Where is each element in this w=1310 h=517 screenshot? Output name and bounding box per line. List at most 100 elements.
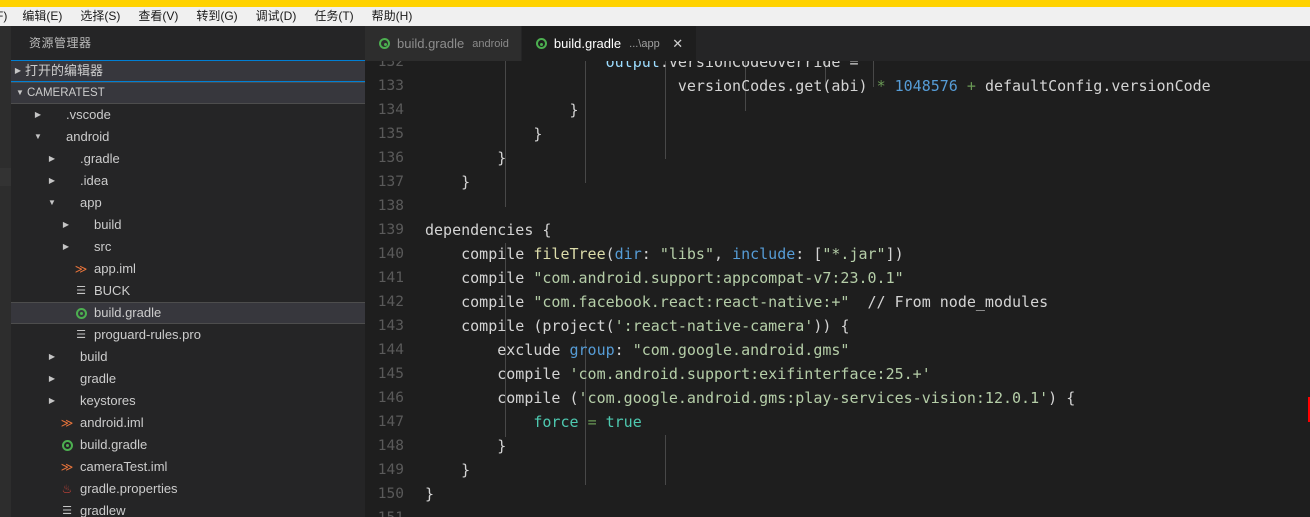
menu-item-edit[interactable]: 编辑(E) — [13, 7, 71, 26]
tree-item-keystores[interactable]: ▶ keystores — [11, 390, 365, 412]
menu-item-debug[interactable]: 调试(D) — [247, 7, 306, 26]
menu-item-tasks[interactable]: 任务(T) — [305, 7, 362, 26]
code-lines[interactable]: 132 output.versionCodeOverride = 133 ver… — [365, 61, 1211, 517]
line-number: 134 — [377, 102, 404, 118]
tree-item-app-iml[interactable]: ▶≫ app.iml — [11, 258, 365, 280]
open-editors-section[interactable]: ▶ 打开的编辑器 — [11, 60, 365, 82]
menu-item-view[interactable]: 查看(V) — [129, 7, 187, 26]
code-token: // From node_modules — [867, 293, 1049, 311]
code-token: { — [840, 317, 850, 335]
code-line[interactable]: 146 compile ('com.google.android.gms:pla… — [365, 386, 1211, 410]
tree-item-label: gradle.properties — [80, 481, 178, 496]
code-line[interactable]: 136 } — [365, 146, 1211, 170]
line-number: 143 — [377, 318, 404, 334]
code-token: ]) — [885, 245, 904, 263]
tree-item-cameratest-iml[interactable]: ▶≫ cameraTest.iml — [11, 456, 365, 478]
code-text: compile "com.facebook.react:react-native… — [425, 290, 1048, 314]
code-line[interactable]: 151 — [365, 506, 1211, 517]
code-token: true — [605, 413, 642, 431]
xml-file-icon: ≫ — [60, 416, 74, 430]
tree-item-build-gradle[interactable]: ▶ build.gradle — [11, 302, 365, 324]
file-tree[interactable]: ▶ 打开的编辑器 ▼ CAMERATEST ▶ .vscode ▼ android ▶.… — [11, 60, 365, 517]
editor-tab-bar[interactable]: build.gradle android build.gradle ...\app ✕ — [365, 26, 1310, 61]
code-token: ( — [524, 317, 543, 335]
tree-item--gradle[interactable]: ▶ .gradle — [11, 148, 365, 170]
code-line[interactable]: 143 compile (project(':react-native-came… — [365, 314, 1211, 338]
close-icon[interactable]: ✕ — [672, 37, 684, 50]
tree-item-android-iml[interactable]: ▶≫ android.iml — [11, 412, 365, 434]
code-line[interactable]: 145 compile 'com.android.support:exifint… — [365, 362, 1211, 386]
line-number: 147 — [377, 414, 404, 430]
code-line[interactable]: 147 force = true — [365, 410, 1211, 434]
tree-item--vscode[interactable]: ▶ .vscode — [11, 104, 365, 126]
chevron-right-icon: ▶ — [14, 66, 22, 75]
editor-tab-inactive[interactable]: build.gradle android — [365, 26, 522, 61]
code-line[interactable]: 133 versionCodes.get(abi) * 1048576 + de… — [365, 74, 1211, 98]
line-number: 142 — [377, 294, 404, 310]
no-chevron-spacer: ▶ — [45, 456, 59, 478]
chevron-down-icon: ▼ — [48, 198, 56, 207]
menu-item-help[interactable]: 帮助(H) — [363, 7, 422, 26]
tree-item-src[interactable]: ▶ src — [11, 236, 365, 258]
chevron-right-icon: ▶ — [34, 110, 42, 119]
tree-item-build[interactable]: ▶ build — [11, 214, 365, 236]
tree-item-gradle[interactable]: ▶ gradle — [11, 368, 365, 390]
project-root-section[interactable]: ▼ CAMERATEST — [11, 82, 365, 104]
code-line[interactable]: 141 compile "com.android.support:appcomp… — [365, 266, 1211, 290]
menu-item-file[interactable]: F) — [0, 7, 13, 26]
tab-title: build.gradle — [553, 36, 622, 51]
code-line[interactable]: 150} — [365, 482, 1211, 506]
code-line[interactable]: 144 exclude group: "com.google.android.g… — [365, 338, 1211, 362]
code-text: } — [425, 146, 506, 170]
tree-item-gradlew[interactable]: ▶☰ gradlew — [11, 500, 365, 517]
code-line[interactable]: 149 } — [365, 458, 1211, 482]
code-line[interactable]: 132 output.versionCodeOverride = — [365, 61, 1211, 74]
code-token: project — [542, 317, 606, 335]
tree-item-app[interactable]: ▼ app — [11, 192, 365, 214]
tree-item-label: proguard-rules.pro — [94, 327, 201, 342]
editor-tab-active[interactable]: build.gradle ...\app ✕ — [521, 26, 697, 61]
tree-item-build[interactable]: ▶ build — [11, 346, 365, 368]
tree-item-gradle-properties[interactable]: ▶♨ gradle.properties — [11, 478, 365, 500]
no-chevron-spacer: ▶ — [59, 302, 73, 324]
code-token: } — [425, 173, 471, 191]
code-token: fileTree — [533, 245, 606, 263]
line-number: 148 — [377, 438, 404, 454]
tree-item-label: build.gradle — [80, 437, 148, 452]
menu-item-go[interactable]: 转到(G) — [187, 7, 246, 26]
activity-bar[interactable] — [0, 26, 11, 517]
code-line[interactable]: 138 — [365, 194, 1211, 218]
code-line[interactable]: 139 dependencies { — [365, 218, 1211, 242]
menu-item-selection[interactable]: 选择(S) — [71, 7, 129, 26]
tree-item-buck[interactable]: ▶☰ BUCK — [11, 280, 365, 302]
code-line[interactable]: 140 compile fileTree(dir: "libs", includ… — [365, 242, 1211, 266]
code-token: 'com.android.support:exifinterface:25.+' — [569, 365, 931, 383]
tree-item-proguard-rules-pro[interactable]: ▶☰ proguard-rules.pro — [11, 324, 365, 346]
code-token: : [ — [795, 245, 823, 263]
code-editor[interactable]: 132 output.versionCodeOverride = 133 ver… — [365, 61, 1310, 517]
code-text: } — [425, 170, 470, 194]
chevron-right-icon: ▶ — [48, 154, 56, 163]
code-text: output.versionCodeOverride = — [425, 61, 868, 74]
tree-item-build-gradle[interactable]: ▶ build.gradle — [11, 434, 365, 456]
code-token: abi — [831, 77, 859, 95]
tree-item-android[interactable]: ▼ android — [11, 126, 365, 148]
code-line[interactable]: 134 } — [365, 98, 1211, 122]
chevron-down-icon: ▼ — [16, 88, 24, 97]
chevron-right-icon: ▶ — [62, 242, 70, 251]
code-line[interactable]: 142 compile "com.facebook.react:react-na… — [365, 290, 1211, 314]
code-line[interactable]: 137 } — [365, 170, 1211, 194]
code-token: ) — [858, 77, 877, 95]
tree-item-label: app — [80, 195, 102, 210]
code-line[interactable]: 148 } — [365, 434, 1211, 458]
code-line[interactable]: 135 } — [365, 122, 1211, 146]
tree-item--idea[interactable]: ▶ .idea — [11, 170, 365, 192]
no-chevron-spacer: ▶ — [59, 280, 73, 302]
code-token: output — [605, 61, 660, 71]
